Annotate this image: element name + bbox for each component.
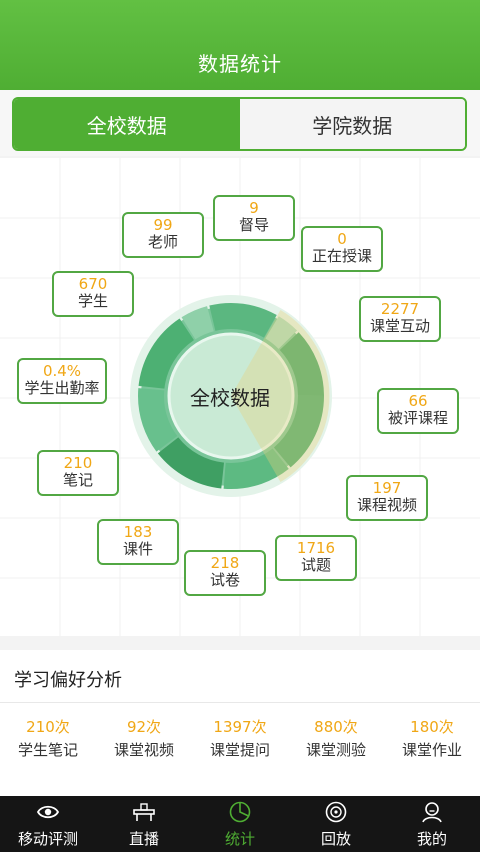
stat-value: 210 [63,454,93,472]
stat-value: 197 [372,479,402,497]
stat-label: 学生 [77,292,108,311]
stat-courseware[interactable]: 183 课件 [97,519,179,565]
replay-icon [325,801,347,823]
stat-attendance-rate[interactable]: 0.4% 学生出勤率 [17,358,107,404]
stat-value: 9 [249,199,259,217]
tab-statistics[interactable]: 统计 [192,796,288,852]
pref-class-video[interactable]: 92次 课堂视频 [96,716,192,760]
pref-label: 课堂视频 [113,741,174,759]
live-desk-icon [133,803,155,821]
section-title: 学习偏好分析 [14,670,122,691]
stat-label: 老师 [147,233,178,252]
pref-class-quiz[interactable]: 880次 课堂测验 [288,716,384,760]
pref-value: 880次 [314,718,358,736]
stat-notes[interactable]: 210 笔记 [37,450,119,496]
stat-exam-papers[interactable]: 218 试卷 [184,550,266,596]
pref-label: 课堂测验 [305,741,366,759]
pref-class-questions[interactable]: 1397次 课堂提问 [192,716,288,760]
tab-label: 统计 [224,830,255,848]
stat-teachers[interactable]: 99 老师 [122,212,204,258]
stat-value: 183 [123,523,153,541]
stat-label: 笔记 [62,471,93,490]
page-title: 数据统计 [198,52,282,76]
tab-label: 移动评测 [17,830,78,848]
tab-mine[interactable]: 我的 [384,796,480,852]
pref-label: 课堂作业 [401,741,462,759]
chart-center-label: 全校数据 [190,386,270,410]
stat-value: 66 [408,392,428,410]
stat-label: 学生出勤率 [24,379,100,398]
tab-mobile-evaluation[interactable]: 移动评测 [0,796,96,852]
stat-label: 试题 [300,556,331,575]
stat-value: 99 [153,216,173,234]
stat-value: 1716 [296,539,336,557]
stat-label: 课堂互动 [369,317,430,336]
divider [0,702,480,703]
pref-class-homework[interactable]: 180次 课堂作业 [384,716,480,760]
tab-college-data[interactable]: 学院数据 [239,99,465,149]
stat-label: 课件 [122,540,153,559]
learning-preference-section: 学习偏好分析 210次 学生笔记 92次 课堂视频 1397次 课堂提问 880… [0,650,480,796]
stat-value: 218 [210,554,240,572]
tab-school-data[interactable]: 全校数据 [14,99,240,149]
stat-label: 被评课程 [387,409,448,428]
stat-questions[interactable]: 1716 试题 [275,535,357,581]
stat-students[interactable]: 670 学生 [52,271,134,317]
pref-value: 210次 [26,718,70,736]
stat-value: 0.4% [42,362,82,380]
stat-course-videos[interactable]: 197 课程视频 [346,475,428,521]
pref-value: 92次 [126,718,162,736]
bottom-tab-bar: 移动评测 直播 统计 回放 我的 [0,796,480,852]
tab-label: 直播 [128,830,159,848]
stat-value: 670 [78,275,108,293]
tab-live[interactable]: 直播 [96,796,192,852]
user-icon [422,802,442,823]
pref-label: 学生笔记 [17,741,78,759]
stat-supervisors[interactable]: 9 督导 [213,195,295,241]
pref-label: 课堂提问 [209,741,270,759]
pie-chart-icon [229,801,251,823]
tab-label: 我的 [416,830,447,848]
stat-label: 课程视频 [356,496,417,515]
app-header: 数据统计 [0,0,480,90]
preference-list: 210次 学生笔记 92次 课堂视频 1397次 课堂提问 880次 课堂测验 … [0,716,480,760]
scope-switcher: 全校数据 学院数据 [0,90,480,156]
segmented-control: 全校数据 学院数据 [12,97,467,151]
stat-teaching-now[interactable]: 0 正在授课 [301,226,383,272]
stat-label: 督导 [238,216,269,235]
pref-value: 1397次 [213,718,267,736]
tab-replay[interactable]: 回放 [288,796,384,852]
eye-icon [36,805,60,819]
school-data-panel: 全校数据 99 老师 9 督导 0 正在授课 670 学生 2277 课堂互动 … [0,158,480,636]
pref-value: 180次 [410,718,454,736]
tab-label: 回放 [320,830,351,848]
section-divider [0,636,480,650]
pref-student-notes[interactable]: 210次 学生笔记 [0,716,96,760]
stat-class-interaction[interactable]: 2277 课堂互动 [359,296,441,342]
stat-value: 0 [337,230,347,248]
stat-label: 正在授课 [311,247,372,266]
stat-value: 2277 [380,300,420,318]
stat-label: 试卷 [209,571,240,590]
stat-evaluated-courses[interactable]: 66 被评课程 [377,388,459,434]
